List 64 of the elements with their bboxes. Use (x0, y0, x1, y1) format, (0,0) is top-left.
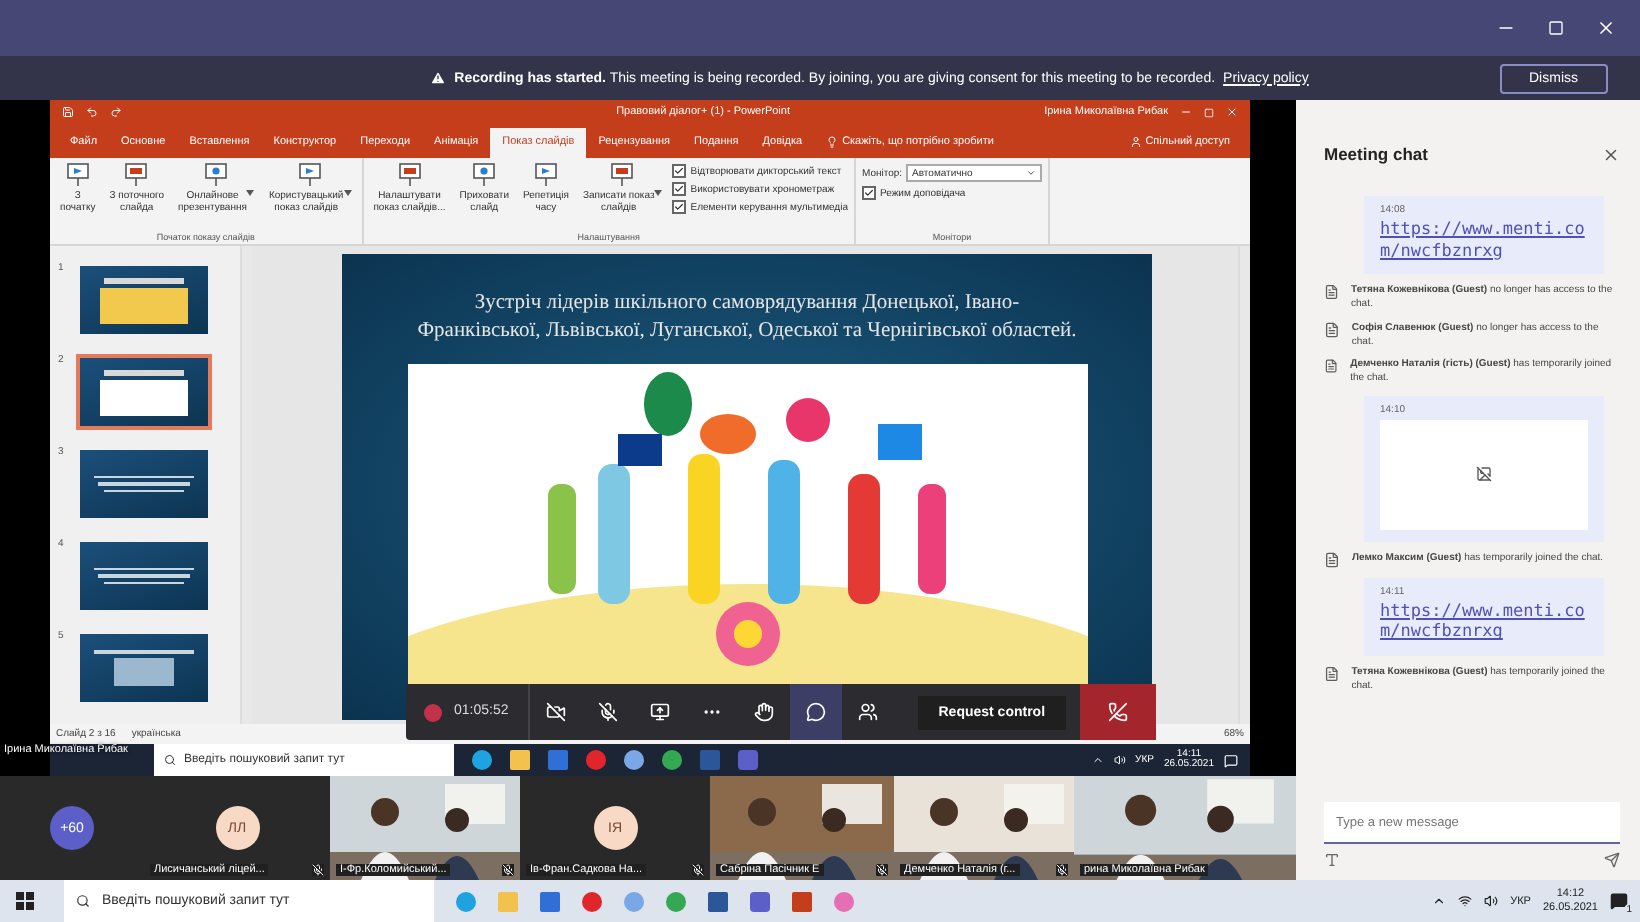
mic-off-icon (598, 702, 619, 722)
chat-event-icon (1324, 666, 1340, 682)
chat-event-icon (1324, 551, 1340, 568)
people-icon (858, 702, 879, 722)
windows-logo-icon[interactable] (16, 892, 34, 910)
chat-link[interactable]: https://www.menti.com/nwcfbznrxg (1380, 601, 1588, 644)
app-icon[interactable] (792, 891, 812, 911)
maximize-icon[interactable] (1204, 107, 1214, 117)
checkbox[interactable] (672, 200, 687, 214)
caret-icon (654, 190, 663, 196)
slide-thumbnail[interactable] (75, 354, 212, 430)
checkbox[interactable] (861, 186, 876, 200)
app-icon[interactable] (540, 891, 560, 911)
chat-event-icon (1324, 358, 1339, 375)
slide-title: Зустріч лідерів шкільного самоврядування Донецької, Івано- (474, 290, 1020, 318)
close-icon[interactable] (1602, 145, 1620, 163)
chat-event-icon (1324, 321, 1340, 338)
chevron-up-icon[interactable] (1091, 754, 1104, 766)
notifications-icon[interactable] (1224, 753, 1238, 767)
slide-title: Франківської, Львівської, Луганської, Одеської та Чернігівської областей. (417, 317, 1077, 345)
chat-button[interactable] (790, 684, 843, 740)
chat-title: Meeting chat (1324, 144, 1428, 164)
presentation-screen-icon (531, 162, 560, 188)
undo-icon[interactable] (86, 106, 98, 118)
caret-icon (246, 190, 255, 196)
speaker-icon[interactable] (1113, 754, 1126, 766)
close-icon[interactable] (1596, 18, 1616, 38)
presentation-screen-icon (470, 162, 499, 188)
chat-icon (806, 702, 827, 722)
app-icon[interactable] (708, 891, 728, 911)
chevron-up-icon[interactable] (1432, 894, 1447, 908)
checkbox[interactable] (672, 182, 687, 196)
presentation-screen-icon (122, 162, 151, 188)
maximize-icon[interactable] (1548, 20, 1564, 36)
redo-icon[interactable] (110, 106, 122, 118)
broken-image-icon (1476, 466, 1492, 483)
format-icon[interactable] (1324, 852, 1340, 868)
presentation-screen-icon (395, 162, 424, 188)
app-icon[interactable] (750, 891, 770, 911)
caret-icon (343, 190, 352, 196)
checkbox[interactable] (672, 164, 687, 178)
chat-event-icon (1324, 284, 1340, 301)
camera-off-icon (546, 702, 567, 722)
presentation-screen-icon (608, 162, 637, 188)
presentation-screen-icon (296, 162, 325, 188)
hand-icon (754, 702, 775, 722)
search-icon (76, 894, 90, 908)
warning-icon (430, 70, 447, 86)
search-icon (164, 754, 176, 766)
chat-link[interactable]: https://www.menti.com/nwcfbznrxg (1380, 220, 1588, 263)
hang-up-icon (1108, 702, 1128, 722)
send-icon[interactable] (1604, 852, 1620, 868)
presentation-screen-icon (63, 162, 92, 188)
wifi-icon[interactable] (1458, 894, 1473, 908)
hang-up-button[interactable] (1080, 684, 1156, 740)
save-icon[interactable] (62, 106, 74, 118)
lightbulb-icon (826, 136, 839, 148)
share-screen-icon (650, 702, 671, 722)
chevron-down-icon (1026, 168, 1037, 178)
notifications-icon (1610, 892, 1628, 910)
person-icon (1129, 136, 1142, 148)
speaker-icon[interactable] (1484, 894, 1499, 908)
presentation-screen-icon (202, 162, 231, 188)
app-icon[interactable] (582, 891, 602, 911)
